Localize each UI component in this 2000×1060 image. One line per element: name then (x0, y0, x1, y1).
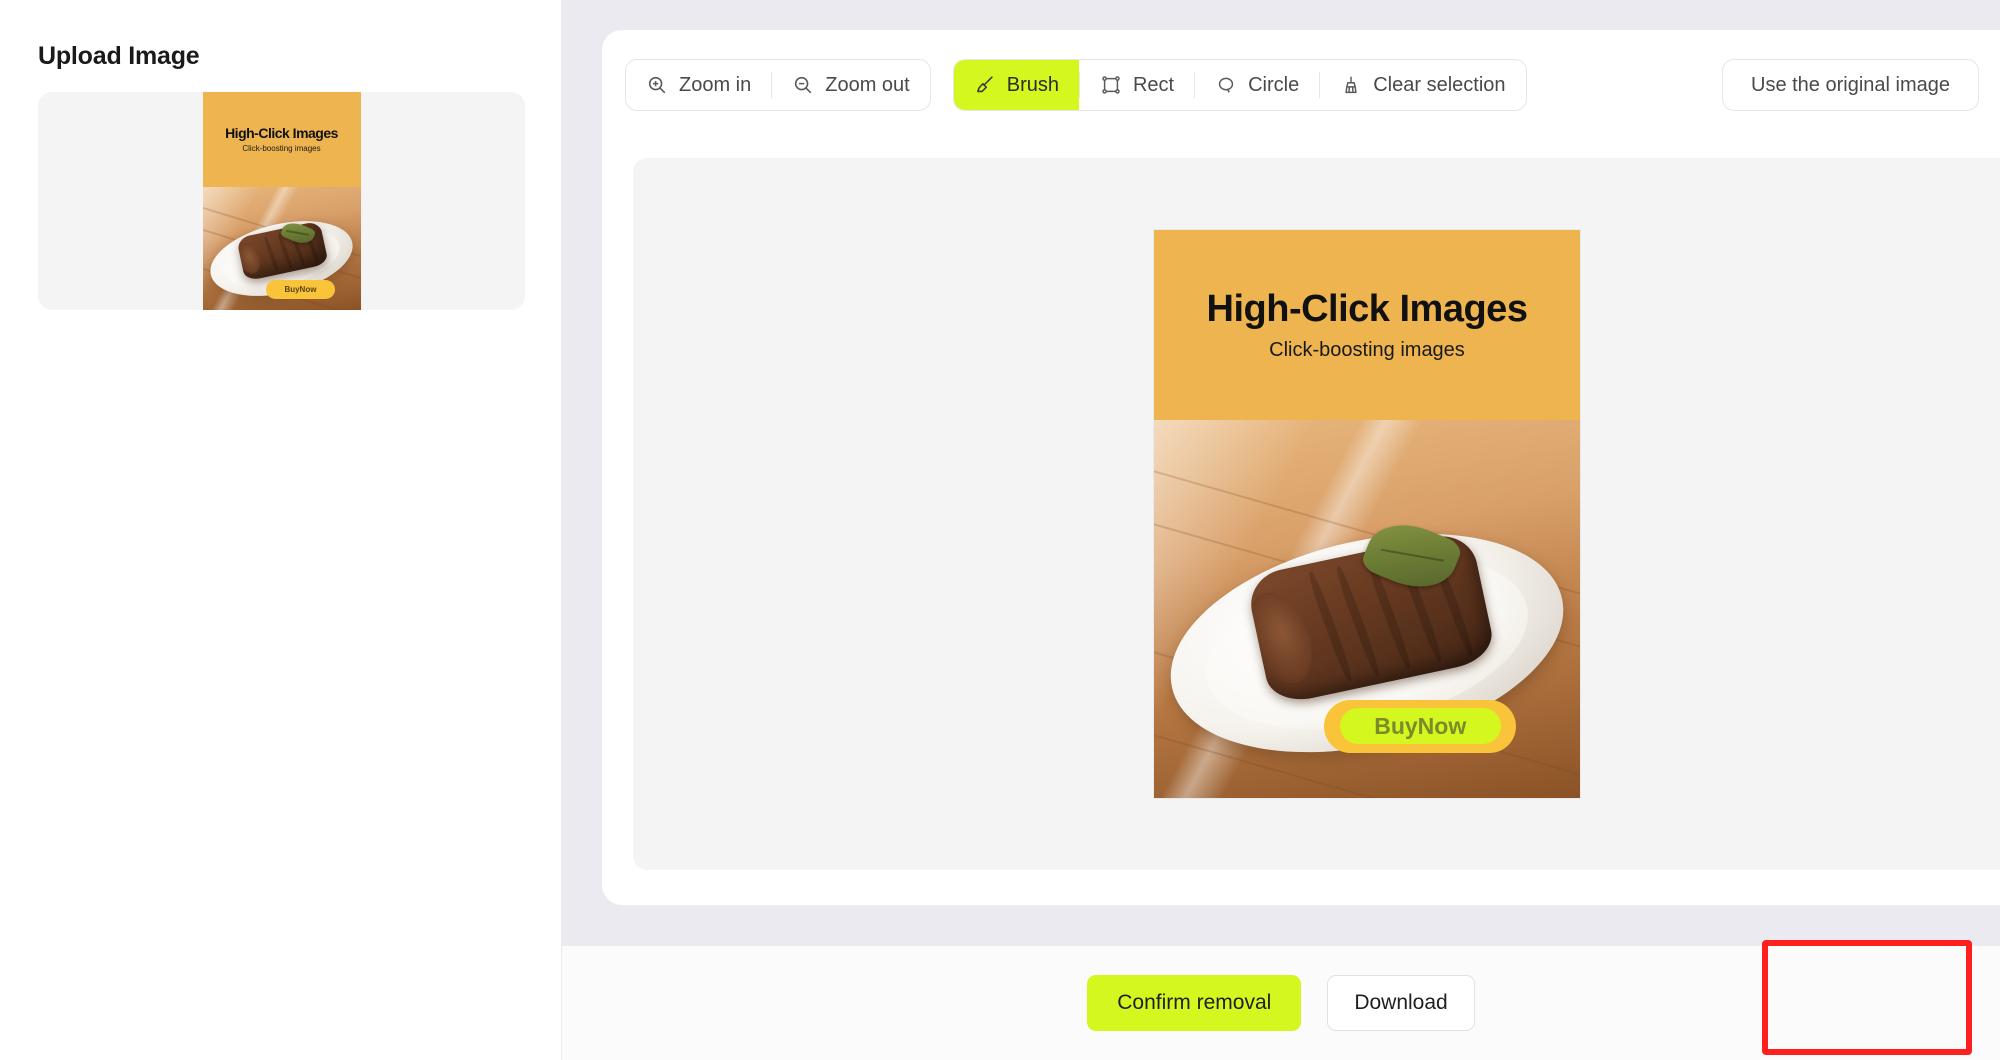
zoom-in-button[interactable]: Zoom in (626, 60, 771, 110)
uploaded-image-thumbnail[interactable]: High-Click Images Click-boosting images (202, 92, 361, 310)
creative-photo: BuyNow (1154, 420, 1580, 798)
clear-selection-label: Clear selection (1373, 73, 1506, 96)
uploaded-image-card[interactable]: High-Click Images Click-boosting images (38, 92, 525, 310)
creative-headline: High-Click Images (1206, 288, 1528, 331)
confirm-removal-label: Confirm removal (1117, 991, 1272, 1014)
circle-icon (1215, 74, 1237, 96)
zoom-in-label: Zoom in (679, 73, 752, 96)
image-editor-app: Upload Image High-Click Images Click-boo… (0, 0, 2000, 1060)
creative-banner-thumb: High-Click Images Click-boosting images (202, 92, 361, 187)
ad-creative-thumb: High-Click Images Click-boosting images (202, 92, 361, 310)
circle-tool-button[interactable]: Circle (1195, 60, 1319, 110)
brush-tool-button[interactable]: Brush (953, 60, 1079, 110)
ad-creative-main: High-Click Images Click-boosting images (1154, 230, 1580, 798)
zoom-out-button[interactable]: Zoom out (772, 60, 929, 110)
brush-icon (974, 74, 996, 96)
creative-banner: High-Click Images Click-boosting images (1154, 230, 1580, 421)
brush-tool-label: Brush (1006, 73, 1059, 96)
buynow-badge-thumb: BuyNow (265, 280, 336, 299)
use-original-image-button[interactable]: Use the original image (1722, 59, 1979, 111)
creative-headline-thumb: High-Click Images (225, 125, 338, 142)
broom-icon (1340, 74, 1362, 96)
use-original-image-label: Use the original image (1751, 73, 1950, 96)
rect-icon (1100, 74, 1122, 96)
buynow-label: BuyNow (1374, 712, 1467, 739)
editor-card: Zoom in Zoom out Brush Rect Circle Clear… (602, 30, 2000, 905)
zoom-in-icon (646, 74, 668, 96)
confirm-removal-button[interactable]: Confirm removal (1087, 975, 1302, 1031)
editing-image[interactable]: High-Click Images Click-boosting images (1154, 230, 1580, 798)
zoom-out-icon (792, 74, 814, 96)
creative-subhead: Click-boosting images (1269, 339, 1465, 362)
zoom-tool-group: Zoom in Zoom out (625, 59, 931, 111)
editor-main: Zoom in Zoom out Brush Rect Circle Clear… (562, 0, 2000, 1060)
creative-subhead-thumb: Click-boosting images (242, 144, 321, 154)
editor-canvas[interactable]: High-Click Images Click-boosting images (633, 158, 2000, 870)
action-bar: Confirm removal Download (562, 946, 2000, 1060)
creative-photo-thumb: BuyNow (202, 186, 361, 310)
upload-sidebar: Upload Image High-Click Images Click-boo… (0, 0, 562, 1060)
editor-toolbar: Zoom in Zoom out Brush Rect Circle Clear… (602, 30, 2000, 140)
download-label: Download (1354, 991, 1448, 1014)
download-button[interactable]: Download (1327, 975, 1475, 1031)
zoom-out-label: Zoom out (825, 73, 910, 96)
clear-selection-button[interactable]: Clear selection (1320, 60, 1525, 110)
selection-tool-group: Brush Rect Circle Clear selection (952, 59, 1527, 111)
page-title: Upload Image (38, 42, 200, 70)
rect-tool-button[interactable]: Rect (1080, 60, 1194, 110)
buynow-badge[interactable]: BuyNow (1324, 699, 1517, 753)
rect-tool-label: Rect (1132, 73, 1175, 96)
buynow-label-thumb: BuyNow (284, 285, 317, 295)
brush-selection-mask: BuyNow (1339, 708, 1501, 745)
circle-tool-label: Circle (1248, 73, 1300, 96)
